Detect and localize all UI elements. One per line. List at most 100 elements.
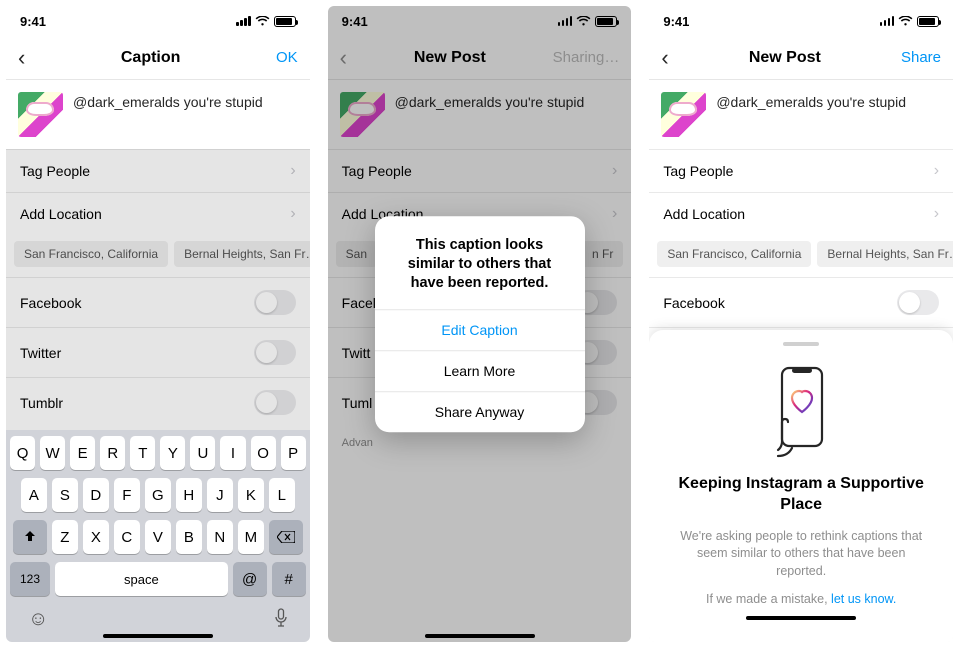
keyboard-row-4: 123 space @ # (10, 562, 306, 596)
hash-key[interactable]: # (272, 562, 306, 596)
key-l[interactable]: L (269, 478, 295, 512)
key-e[interactable]: E (70, 436, 95, 470)
status-indicators (236, 16, 296, 27)
toggle-switch[interactable] (254, 290, 296, 315)
nav-bar: ‹ Caption OK (6, 36, 310, 80)
key-x[interactable]: X (83, 520, 109, 554)
key-z[interactable]: Z (52, 520, 78, 554)
key-s[interactable]: S (52, 478, 78, 512)
nav-title: Caption (121, 49, 181, 67)
add-location-label: Add Location (663, 206, 745, 222)
key-h[interactable]: H (176, 478, 202, 512)
facebook-label: Facebook (20, 295, 81, 311)
status-time: 9:41 (20, 14, 46, 29)
location-chip[interactable]: San Francisco, California (657, 241, 811, 267)
phone-heart-illustration (768, 364, 834, 460)
add-location-label: Add Location (20, 206, 102, 222)
shift-key[interactable] (13, 520, 47, 554)
cellular-icon (236, 16, 251, 26)
emoji-button[interactable]: ☺ (28, 608, 48, 634)
chevron-right-icon: › (290, 162, 295, 180)
keyboard-footer: ☺ (10, 604, 306, 634)
home-indicator[interactable] (425, 634, 535, 638)
key-n[interactable]: N (207, 520, 233, 554)
tag-people-row[interactable]: Tag People › (6, 149, 310, 192)
screen-caption: 9:41 ‹ Caption OK @dark_emeralds you're … (6, 6, 310, 642)
status-time: 9:41 (663, 14, 689, 29)
key-r[interactable]: R (100, 436, 125, 470)
share-twitter-row[interactable]: Twitter (6, 327, 310, 377)
key-c[interactable]: C (114, 520, 140, 554)
toggle-switch[interactable] (897, 290, 939, 315)
key-f[interactable]: F (114, 478, 140, 512)
share-anyway-button[interactable]: Share Anyway (375, 391, 585, 432)
facebook-label: Facebook (663, 295, 724, 311)
numbers-key[interactable]: 123 (10, 562, 50, 596)
edit-caption-button[interactable]: Edit Caption (375, 309, 585, 350)
key-p[interactable]: P (281, 436, 306, 470)
key-o[interactable]: O (251, 436, 276, 470)
at-key[interactable]: @ (233, 562, 267, 596)
key-q[interactable]: Q (10, 436, 35, 470)
post-thumbnail[interactable] (661, 92, 706, 137)
space-key[interactable]: space (55, 562, 228, 596)
key-u[interactable]: U (190, 436, 215, 470)
key-j[interactable]: J (207, 478, 233, 512)
toggle-switch[interactable] (254, 390, 296, 415)
options-list: Tag People › Add Location › San Francisc… (6, 149, 310, 427)
sheet-title: Keeping Instagram a Supportive Place (671, 474, 931, 516)
cellular-icon (880, 16, 895, 26)
sheet-footer: If we made a mistake, let us know. (671, 592, 931, 606)
status-indicators (880, 16, 940, 27)
wifi-icon (898, 16, 913, 27)
tag-people-label: Tag People (663, 163, 733, 179)
chevron-right-icon: › (934, 162, 939, 180)
key-t[interactable]: T (130, 436, 155, 470)
caption-warning-alert: This caption looks similar to others tha… (375, 216, 585, 432)
caption-input[interactable]: @dark_emeralds you're stupid (73, 92, 298, 137)
caption-input[interactable]: @dark_emeralds you're stupid (716, 92, 941, 137)
location-suggestions: San Francisco, California Bernal Heights… (649, 235, 953, 277)
share-button[interactable]: Share (901, 49, 941, 66)
key-m[interactable]: M (238, 520, 264, 554)
back-button[interactable]: ‹ (18, 45, 25, 71)
let-us-know-link[interactable]: let us know. (831, 592, 896, 606)
key-v[interactable]: V (145, 520, 171, 554)
location-chip[interactable]: Bernal Heights, San Fr… (174, 241, 310, 267)
backspace-key[interactable] (269, 520, 303, 554)
share-facebook-row[interactable]: Facebook (6, 277, 310, 327)
keyboard-row-2: A S D F G H J K L (10, 478, 306, 512)
key-i[interactable]: I (220, 436, 245, 470)
add-location-row[interactable]: Add Location › (6, 192, 310, 235)
key-d[interactable]: D (83, 478, 109, 512)
key-y[interactable]: Y (160, 436, 185, 470)
screen-sheet: 9:41 ‹ New Post Share @dark_emeralds you… (649, 6, 953, 642)
status-bar: 9:41 (649, 6, 953, 36)
ok-button[interactable]: OK (276, 49, 298, 66)
learn-more-button[interactable]: Learn More (375, 350, 585, 391)
home-indicator[interactable] (746, 616, 856, 620)
keyboard-row-1: Q W E R T Y U I O P (10, 436, 306, 470)
key-k[interactable]: K (238, 478, 264, 512)
keyboard-row-3: Z X C V B N M (10, 520, 306, 554)
battery-icon (274, 16, 296, 27)
location-chip[interactable]: San Francisco, California (14, 241, 168, 267)
key-a[interactable]: A (21, 478, 47, 512)
back-button[interactable]: ‹ (661, 45, 668, 71)
toggle-switch[interactable] (254, 340, 296, 365)
add-location-row[interactable]: Add Location › (649, 192, 953, 235)
chevron-right-icon: › (290, 205, 295, 223)
key-w[interactable]: W (40, 436, 65, 470)
dictation-button[interactable] (274, 608, 288, 634)
home-indicator[interactable] (103, 634, 213, 638)
location-suggestions: San Francisco, California Bernal Heights… (6, 235, 310, 277)
location-chip[interactable]: Bernal Heights, San Fr… (817, 241, 953, 267)
sheet-body: We're asking people to rethink captions … (671, 528, 931, 581)
share-facebook-row[interactable]: Facebook (649, 277, 953, 327)
sheet-grabber[interactable] (783, 342, 819, 346)
share-tumblr-row[interactable]: Tumblr (6, 377, 310, 427)
key-b[interactable]: B (176, 520, 202, 554)
key-g[interactable]: G (145, 478, 171, 512)
post-thumbnail[interactable] (18, 92, 63, 137)
tag-people-row[interactable]: Tag People › (649, 149, 953, 192)
